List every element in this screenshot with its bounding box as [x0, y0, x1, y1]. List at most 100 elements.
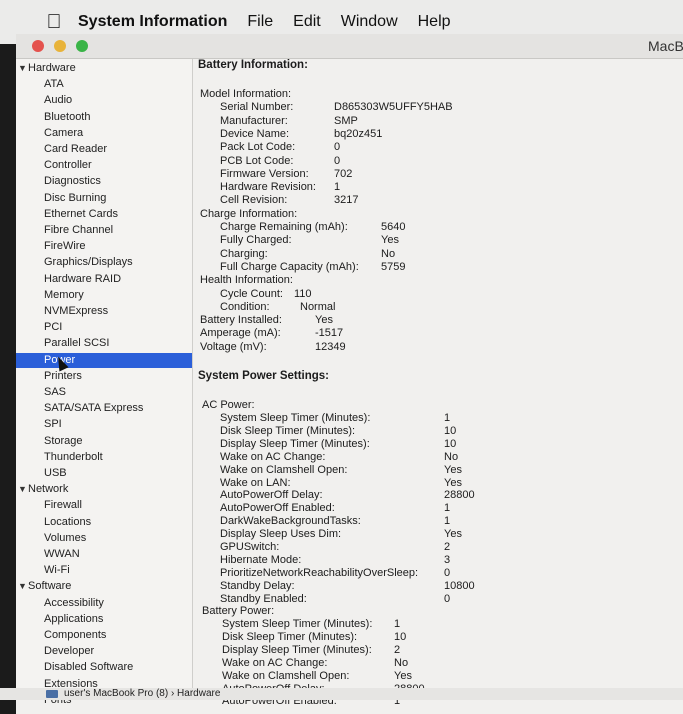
- sidebar-item-label: Wi-Fi: [44, 564, 70, 577]
- property-value: 28800: [444, 489, 475, 502]
- sidebar-item-disabled-software[interactable]: Disabled Software: [16, 660, 192, 675]
- disclosure-triangle-icon[interactable]: ▼: [18, 579, 27, 594]
- property-value: 10: [394, 630, 407, 643]
- sidebar-item-label: NVMExpress: [44, 305, 109, 317]
- sidebar-item-firewall[interactable]: Firewall: [16, 498, 192, 513]
- property-key: Wake on Clamshell Open:: [220, 463, 348, 476]
- property-key: DarkWakeBackgroundTasks:: [220, 515, 361, 528]
- sidebar-item-memory[interactable]: Memory: [16, 288, 192, 303]
- sidebar-item-bluetooth[interactable]: Bluetooth: [16, 110, 192, 125]
- property-key: System Sleep Timer (Minutes):: [222, 618, 373, 630]
- menu-help[interactable]: Help: [418, 13, 451, 31]
- zoom-button[interactable]: [76, 40, 88, 52]
- sidebar-item-label: Volumes: [44, 531, 87, 544]
- app-menu[interactable]: System Information: [78, 13, 227, 31]
- sidebar-item-developer[interactable]: Developer: [16, 644, 192, 659]
- disclosure-triangle-icon[interactable]: ▼: [18, 482, 27, 497]
- sidebar-category-software[interactable]: ▼ Software: [16, 579, 192, 594]
- property-key: Condition:: [220, 300, 270, 313]
- sidebar-item-ethernet-cards[interactable]: Ethernet Cards: [16, 207, 192, 222]
- minimize-button[interactable]: [54, 40, 66, 52]
- sidebar-item-label: WWAN: [44, 548, 80, 560]
- property-value: 2: [394, 643, 401, 656]
- property-key: Wake on AC Change:: [220, 450, 326, 463]
- sidebar-item-label: PCI: [44, 321, 63, 334]
- property-value: 5759: [381, 260, 406, 273]
- property-key: Charge Information:: [200, 207, 298, 220]
- sidebar-item-label: Memory: [44, 288, 84, 301]
- property-key: PCB Lot Code:: [220, 154, 294, 167]
- property-key: Manufacturer:: [220, 114, 288, 127]
- sidebar-item-sas[interactable]: SAS: [16, 385, 192, 400]
- disclosure-triangle-icon[interactable]: ▼: [18, 61, 27, 76]
- property-value: 0: [334, 154, 341, 167]
- menu-file[interactable]: File: [247, 13, 273, 31]
- sidebar-item-label: Firewall: [44, 499, 82, 512]
- sidebar-item-label: SATA/SATA Express: [44, 402, 144, 415]
- sidebar-item-label: FireWire: [44, 240, 86, 253]
- sidebar-item-spi[interactable]: SPI: [16, 417, 192, 432]
- sidebar-item-camera[interactable]: Camera: [16, 126, 192, 141]
- property-value: Yes: [444, 476, 462, 489]
- sidebar-item-wi-fi[interactable]: Wi-Fi: [16, 563, 192, 578]
- sidebar-item-wwan[interactable]: WWAN: [16, 547, 192, 562]
- property-key: Wake on LAN:: [220, 476, 291, 489]
- sidebar-item-diagnostics[interactable]: Diagnostics: [16, 174, 192, 189]
- sidebar-category-hardware[interactable]: ▼ Hardware: [16, 61, 192, 76]
- property-key: Display Sleep Uses Dim:: [220, 528, 342, 541]
- sidebar-item-label: Storage: [44, 434, 83, 447]
- sidebar-item-card-reader[interactable]: Card Reader: [16, 142, 192, 157]
- sidebar-item-sata-sata-express[interactable]: SATA/SATA Express: [16, 401, 192, 416]
- window-title: MacB: [648, 38, 683, 54]
- property-value: Normal: [300, 300, 336, 313]
- sidebar-item-thunderbolt[interactable]: Thunderbolt: [16, 450, 192, 465]
- sidebar-item-applications[interactable]: Applications: [16, 612, 192, 627]
- sidebar-item-graphics-displays[interactable]: Graphics/Displays: [16, 255, 192, 270]
- property-value: 110: [294, 287, 312, 300]
- sidebar-item-label: Hardware: [28, 62, 76, 74]
- sidebar-divider[interactable]: [192, 59, 193, 699]
- sidebar-item-power[interactable]: Power: [16, 352, 192, 368]
- sidebar-item-pci[interactable]: PCI: [16, 320, 192, 335]
- property-key: GPUSwitch:: [220, 541, 280, 553]
- sidebar-item-usb[interactable]: USB: [16, 466, 192, 481]
- sidebar-item-parallel-scsi[interactable]: Parallel SCSI: [16, 336, 192, 351]
- property-key: Pack Lot Code:: [220, 141, 296, 154]
- sidebar-item-nvmexpress[interactable]: NVMExpress: [16, 304, 192, 319]
- sidebar-item-locations[interactable]: Locations: [16, 515, 192, 530]
- property-key: Wake on AC Change:: [222, 656, 328, 669]
- close-button[interactable]: [32, 40, 44, 52]
- sidebar-item-label: Network: [28, 483, 69, 496]
- sidebar-item-label: Camera: [44, 126, 84, 139]
- property-key: Disk Sleep Timer (Minutes):: [220, 424, 356, 437]
- sidebar-item-audio[interactable]: Audio: [16, 93, 192, 108]
- sidebar-item-label: Developer: [44, 645, 95, 658]
- sidebar-item-label: Printers: [44, 369, 82, 382]
- sidebar-category-network[interactable]: ▼ Network: [16, 482, 192, 497]
- apple-menu-icon[interactable]: : [44, 12, 64, 32]
- property-value: Yes: [381, 234, 399, 247]
- sidebar-item-label: Diagnostics: [44, 175, 101, 188]
- sidebar-item-volumes[interactable]: Volumes: [16, 531, 192, 546]
- sidebar-item-fibre-channel[interactable]: Fibre Channel: [16, 223, 192, 238]
- property-value: 10800: [444, 579, 475, 592]
- sidebar-item-label: Disc Burning: [44, 191, 107, 204]
- sidebar-item-ata[interactable]: ATA: [16, 77, 192, 92]
- sidebar-item-accessibility[interactable]: Accessibility: [16, 596, 192, 611]
- sidebar-item-label: Ethernet Cards: [44, 207, 118, 220]
- property-value: 12349: [315, 340, 346, 353]
- sidebar-item-disc-burning[interactable]: Disc Burning: [16, 191, 192, 206]
- sidebar-item-label: Components: [44, 629, 107, 641]
- laptop-icon: [46, 690, 58, 698]
- sidebar-item-label: Bluetooth: [44, 110, 91, 123]
- property-value: 1: [394, 618, 401, 630]
- menu-window[interactable]: Window: [341, 13, 398, 31]
- sidebar-item-label: SAS: [44, 386, 67, 398]
- sidebar-item-firewire[interactable]: FireWire: [16, 239, 192, 254]
- sidebar-item-hardware-raid[interactable]: Hardware RAID: [16, 272, 192, 287]
- menu-edit[interactable]: Edit: [293, 13, 321, 31]
- sidebar-item-printers[interactable]: Printers: [16, 369, 192, 384]
- sidebar-item-controller[interactable]: Controller: [16, 158, 192, 173]
- sidebar-item-components[interactable]: Components: [16, 628, 192, 643]
- sidebar-item-storage[interactable]: Storage: [16, 434, 192, 449]
